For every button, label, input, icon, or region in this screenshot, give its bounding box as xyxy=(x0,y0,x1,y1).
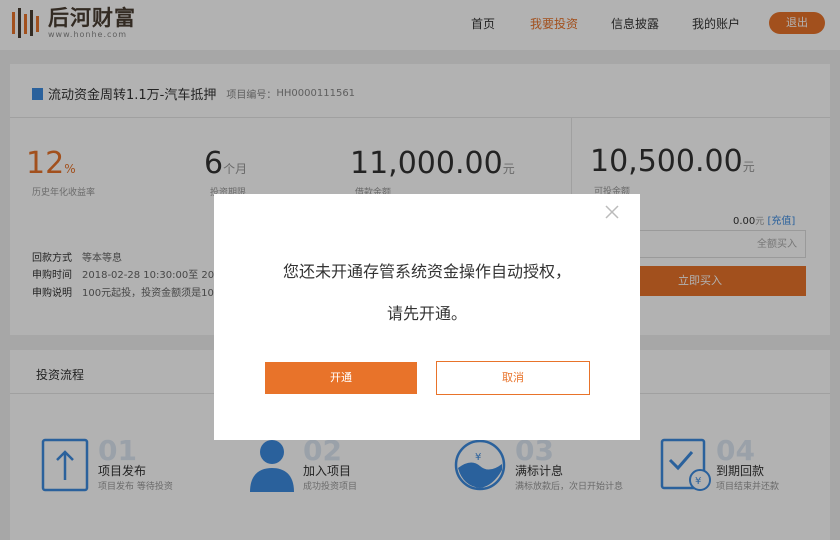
close-icon[interactable] xyxy=(604,204,620,220)
open-account-button[interactable]: 开通 xyxy=(265,362,417,394)
dialog-message: 您还未开通存管系统资金操作自动授权， xyxy=(282,262,571,281)
cancel-button[interactable]: 取消 xyxy=(436,361,590,395)
dialog-message-2: 请先开通。 xyxy=(386,304,467,323)
authorization-dialog: 您还未开通存管系统资金操作自动授权， 请先开通。 开通 取消 xyxy=(214,194,640,440)
